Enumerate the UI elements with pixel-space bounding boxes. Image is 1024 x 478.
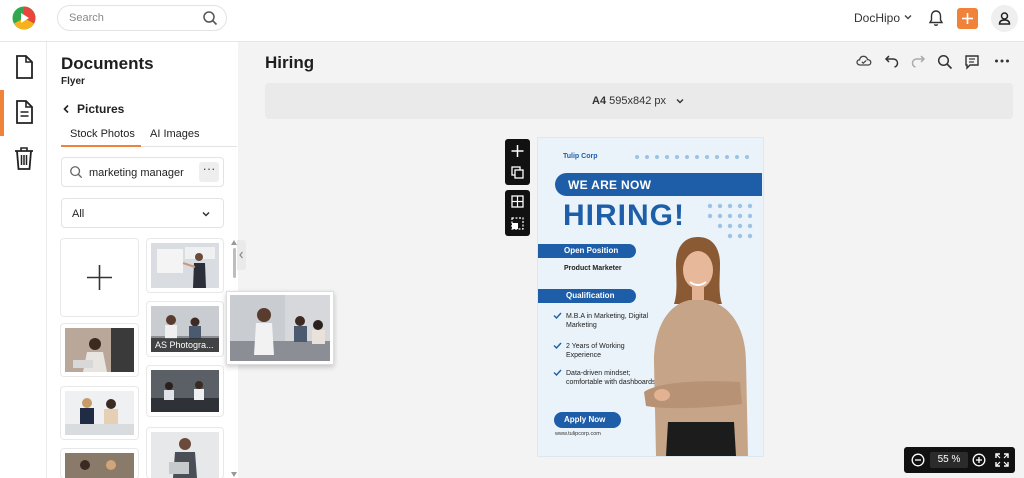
back-label: Pictures	[77, 102, 125, 116]
page-tools-group	[505, 139, 530, 185]
flyer-photo-woman	[644, 237, 748, 456]
collapse-panel-handle[interactable]	[237, 240, 246, 270]
photo-woman-laptop	[65, 328, 134, 372]
app-logo-icon[interactable]	[12, 6, 36, 30]
photo-office-team	[151, 370, 219, 412]
more-icon[interactable]	[994, 58, 1010, 64]
back-to-pictures[interactable]: Pictures	[61, 102, 124, 116]
stock-photo-thumb[interactable]	[147, 428, 223, 478]
grid-icon[interactable]	[505, 191, 530, 213]
duplicate-page-icon[interactable]	[505, 162, 530, 184]
chevron-down-icon	[202, 211, 210, 217]
zoom-unit: %	[951, 454, 961, 465]
tab-active-indicator	[61, 145, 141, 147]
apply-now-label: Apply Now	[564, 415, 606, 424]
user-icon	[998, 12, 1011, 25]
cloud-icon[interactable]	[856, 54, 872, 68]
upload-tile[interactable]	[61, 239, 138, 316]
zoom-out-icon[interactable]	[911, 453, 925, 467]
panel-subtitle: Flyer	[61, 76, 85, 87]
page-icon[interactable]	[12, 99, 36, 125]
select-area-icon[interactable]	[505, 213, 530, 235]
document-title[interactable]: Hiring	[265, 53, 314, 73]
page-size-label: A4 595x842 px	[592, 95, 666, 107]
photo-man-laptop	[151, 432, 219, 478]
chevron-left-icon	[63, 104, 69, 114]
search-options-button[interactable]: ···	[199, 162, 219, 182]
qualification-label: Qualification	[566, 291, 615, 300]
layout-tools-group	[505, 190, 530, 236]
search-icon[interactable]	[937, 54, 953, 70]
page-size-dims: 595x842 px	[609, 95, 667, 107]
open-position-pill: Open Position	[538, 244, 636, 258]
photo-business-discussion	[65, 391, 134, 435]
plus-icon	[87, 265, 112, 290]
create-button[interactable]	[957, 8, 978, 29]
search-icon	[70, 166, 83, 179]
document-icon[interactable]	[12, 54, 36, 80]
zoom-controls: 55 %	[904, 447, 1015, 473]
apply-now-button: Apply Now	[554, 412, 621, 428]
flyer-company: Tulip Corp	[563, 153, 598, 160]
fullscreen-icon[interactable]	[995, 453, 1009, 467]
search-value: marketing manager	[89, 167, 184, 179]
stock-photo-thumb[interactable]	[61, 324, 138, 376]
open-position-label: Open Position	[564, 246, 619, 255]
qualification-pill: Qualification	[538, 289, 636, 303]
page-size-selector[interactable]: A4 595x842 px	[265, 83, 1013, 119]
user-avatar[interactable]	[991, 5, 1018, 32]
flyer-url: www.tulipcorp.com	[555, 431, 601, 437]
global-search[interactable]: Search	[57, 5, 227, 31]
check-icon	[553, 342, 562, 349]
flyer-banner-text: WE ARE NOW	[568, 178, 652, 192]
decorative-dots	[635, 155, 749, 159]
check-icon	[553, 312, 562, 319]
zoom-in-icon[interactable]	[972, 453, 986, 467]
bell-icon[interactable]	[928, 9, 944, 27]
left-rail	[0, 42, 47, 478]
undo-icon[interactable]	[884, 54, 900, 68]
search-placeholder: Search	[69, 12, 104, 24]
panel-title: Documents	[61, 54, 154, 73]
stock-photo-thumb[interactable]	[61, 387, 138, 439]
caret-down-icon	[231, 472, 237, 477]
photo-meeting-team-large	[230, 295, 330, 361]
thumbnail-hover-preview	[226, 291, 334, 365]
thumb-caption: AS Photogra...	[151, 338, 219, 352]
redo-icon[interactable]	[910, 54, 926, 68]
comment-icon[interactable]	[964, 54, 980, 70]
filter-select[interactable]: All	[61, 198, 224, 228]
trash-icon[interactable]	[12, 145, 36, 171]
plus-icon	[962, 13, 973, 24]
chevron-down-icon	[676, 99, 684, 104]
photo-group-meeting	[65, 453, 134, 478]
flyer-page[interactable]: Tulip Corp WE ARE NOW HIRING! Open Posit…	[538, 138, 763, 456]
chevron-down-icon[interactable]	[903, 12, 913, 22]
rail-active-indicator	[0, 90, 4, 136]
zoom-level[interactable]: 55 %	[930, 452, 968, 468]
stock-photo-thumb[interactable]	[61, 449, 138, 478]
tab-stock-photos[interactable]: Stock Photos	[70, 128, 135, 140]
stock-photo-thumb[interactable]	[147, 239, 223, 292]
flyer-headline: HIRING!	[563, 199, 685, 232]
search-icon[interactable]	[202, 10, 218, 26]
check-icon	[553, 369, 562, 376]
picture-search-input[interactable]: marketing manager ···	[61, 157, 224, 187]
pictures-panel: Documents Flyer Pictures Stock Photos AI…	[47, 42, 238, 478]
workspace-name[interactable]: DocHipo	[854, 11, 900, 25]
zoom-value: 55	[937, 454, 949, 465]
photo-presenter-whiteboard	[151, 243, 219, 288]
position-title: Product Marketer	[564, 265, 622, 272]
stock-photo-thumb[interactable]: AS Photogra...	[147, 302, 223, 356]
filter-value: All	[72, 208, 85, 220]
chevron-left-icon	[239, 251, 243, 259]
top-bar: Search DocHipo	[0, 0, 1024, 42]
scrollbar-thumb[interactable]	[233, 248, 236, 278]
add-page-icon[interactable]	[505, 140, 530, 162]
flyer-banner: WE ARE NOW	[555, 173, 762, 196]
tab-ai-images[interactable]: AI Images	[150, 128, 200, 140]
page-size-format: A4	[592, 95, 607, 107]
stock-photo-thumb[interactable]	[147, 366, 223, 416]
